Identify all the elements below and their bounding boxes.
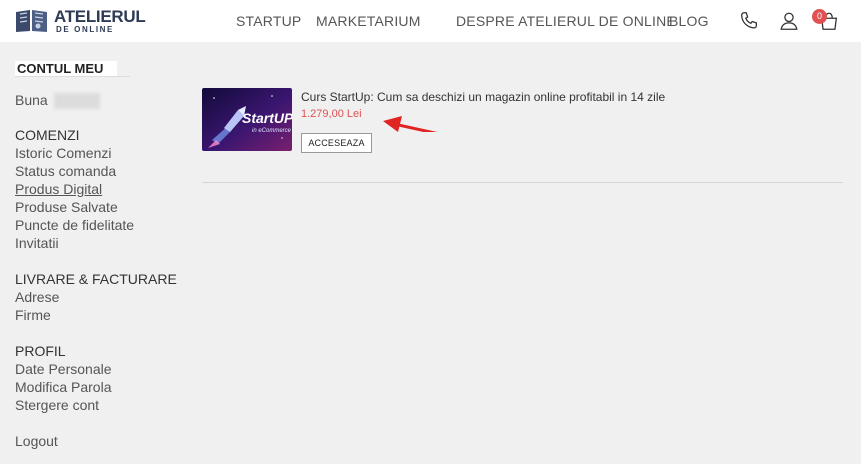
book-logo-icon (16, 10, 47, 32)
sidebar-item-invitatii[interactable]: Invitatii (15, 234, 59, 252)
product-divider (202, 182, 843, 183)
logo-name-top: ATELIERUL (54, 7, 146, 26)
sidebar-item-istoric-comenzi[interactable]: Istoric Comenzi (15, 144, 111, 162)
section-heading-livrare: LIVRARE & FACTURARE (15, 271, 177, 287)
site-logo[interactable]: ATELIERUL DE ONLINE (14, 6, 146, 36)
account-sidebar: CONTUL MEU Buna COMENZI Istoric Comenzi … (0, 42, 190, 464)
sidebar-item-firme[interactable]: Firme (15, 306, 51, 324)
sidebar-item-produse-salvate[interactable]: Produse Salvate (15, 198, 118, 216)
section-heading-comenzi: COMENZI (15, 127, 80, 143)
sidebar-item-produs-digital[interactable]: Produs Digital (15, 180, 102, 198)
sidebar-item-puncte-fidelitate[interactable]: Puncte de fidelitate (15, 216, 134, 234)
annotation-arrow-icon (383, 116, 438, 132)
sidebar-item-adrese[interactable]: Adrese (15, 288, 59, 306)
sidebar-item-stergere-cont[interactable]: Stergere cont (15, 396, 99, 414)
logo-name-bottom: DE ONLINE (56, 25, 114, 34)
redacted-username (53, 93, 100, 110)
greeting: Buna (15, 91, 100, 110)
phone-icon[interactable] (738, 10, 760, 32)
sidebar-item-status-comanda[interactable]: Status comanda (15, 162, 116, 180)
nav-marketarium[interactable]: MARKETARIUM (316, 13, 421, 29)
greeting-text: Buna (15, 92, 48, 108)
sidebar-item-modifica-parola[interactable]: Modifica Parola (15, 378, 112, 396)
cart-count-badge: 0 (812, 9, 827, 24)
sidebar-title: CONTUL MEU (15, 61, 118, 76)
site-header: ATELIERUL DE ONLINE STARTUP MARKETARIUM … (0, 0, 861, 42)
sidebar-item-logout[interactable]: Logout (15, 432, 58, 450)
access-button[interactable]: ACCESEAZA (301, 133, 372, 153)
account-content: CONTUL MEU Buna COMENZI Istoric Comenzi … (0, 42, 861, 464)
nav-blog[interactable]: BLOG (669, 13, 709, 29)
nav-despre[interactable]: DESPRE ATELIERUL DE ONLINE (456, 13, 676, 29)
nav-startup[interactable]: STARTUP (236, 13, 301, 29)
sidebar-title-divider (15, 76, 130, 77)
sidebar-item-date-personale[interactable]: Date Personale (15, 360, 112, 378)
user-icon[interactable] (778, 10, 800, 32)
section-heading-profil: PROFIL (15, 343, 66, 359)
